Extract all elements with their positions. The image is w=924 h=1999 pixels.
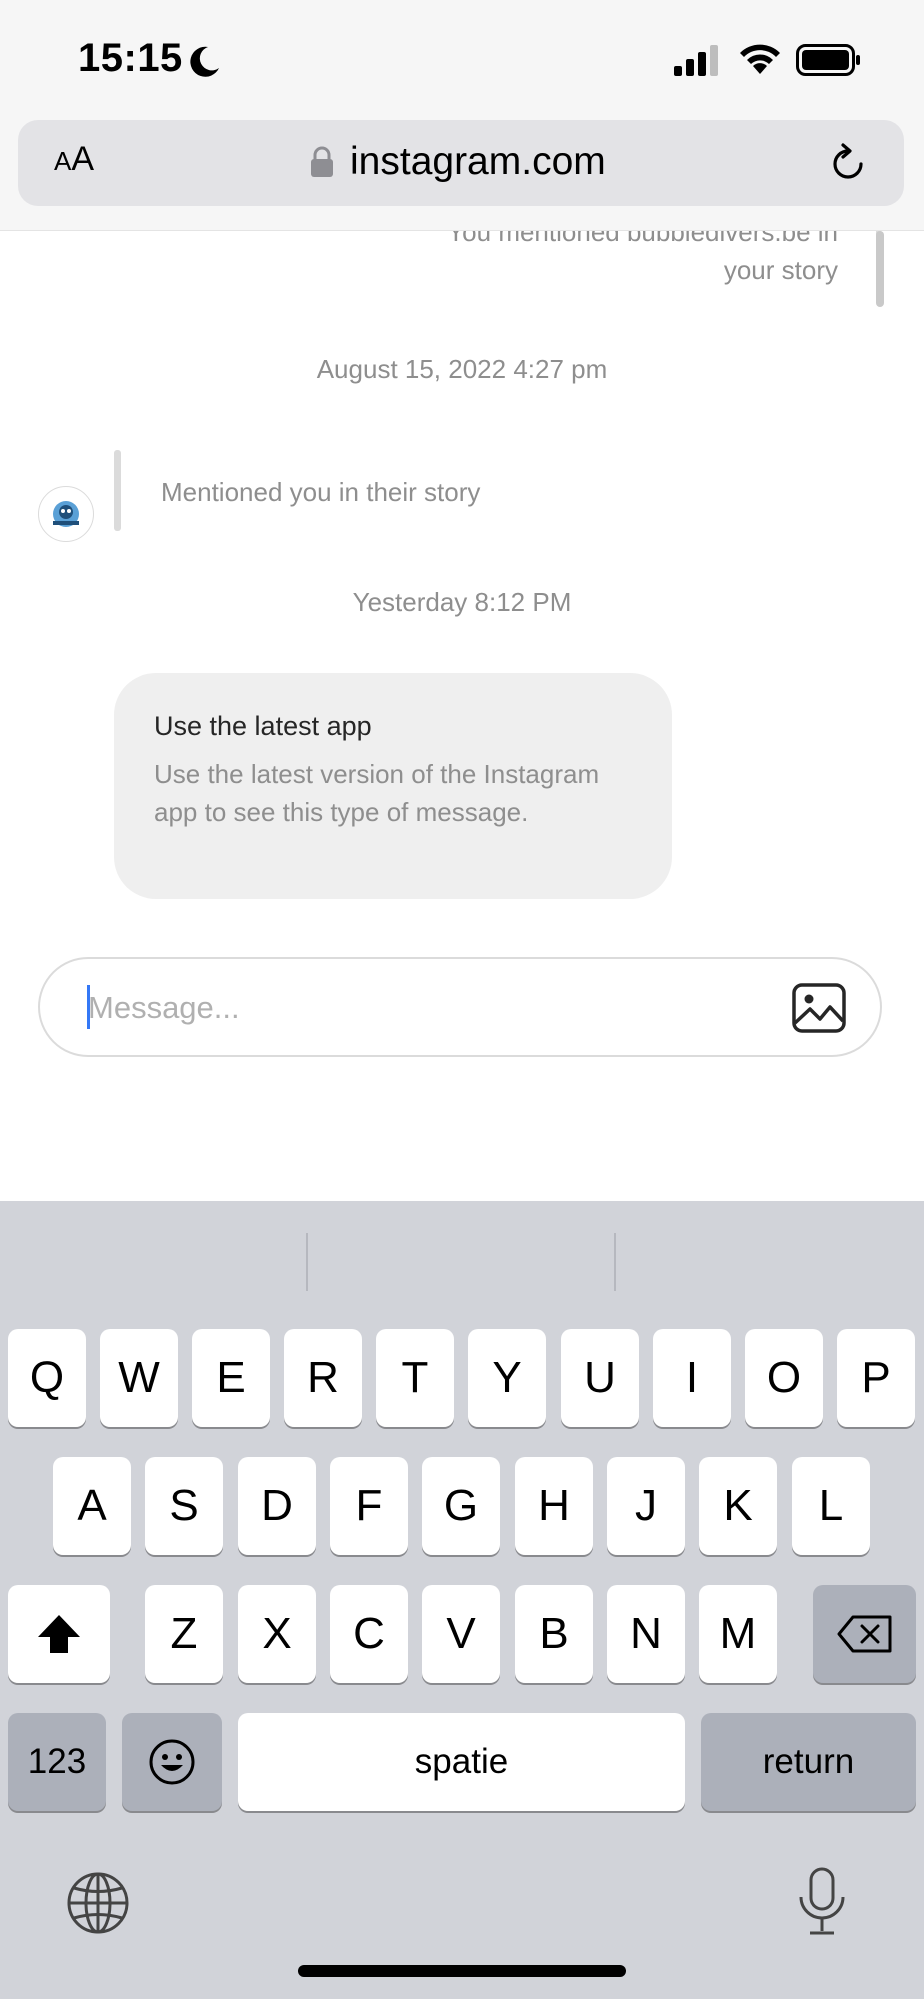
message-bubble[interactable]: Use the latest app Use the latest versio… <box>114 673 672 899</box>
previous-mention-line: your story <box>723 255 838 285</box>
key-m[interactable]: M <box>699 1585 777 1683</box>
status-time: 15:15 <box>78 36 183 80</box>
globe-icon[interactable] <box>66 1871 130 1935</box>
reader-settings-button[interactable]: AA <box>54 140 94 179</box>
key-p[interactable]: P <box>837 1329 915 1427</box>
key-n[interactable]: N <box>607 1585 685 1683</box>
key-s[interactable]: S <box>145 1457 223 1555</box>
key-r[interactable]: R <box>284 1329 362 1427</box>
wifi-icon <box>740 44 780 74</box>
return-key[interactable]: return <box>701 1713 916 1811</box>
suggestion-divider <box>614 1233 616 1291</box>
previous-story-mention: You mentioned bubbledivers.be in your st… <box>447 231 838 289</box>
backspace-icon <box>837 1615 891 1653</box>
key-h[interactable]: H <box>515 1457 593 1555</box>
key-w[interactable]: W <box>100 1329 178 1427</box>
avatar[interactable] <box>38 486 94 542</box>
key-g[interactable]: G <box>422 1457 500 1555</box>
key-o[interactable]: O <box>745 1329 823 1427</box>
story-mention-text[interactable]: Mentioned you in their story <box>161 477 480 508</box>
key-q[interactable]: Q <box>8 1329 86 1427</box>
signal-icon <box>674 45 718 76</box>
key-l[interactable]: L <box>792 1457 870 1555</box>
image-upload-icon[interactable] <box>792 983 846 1033</box>
key-f[interactable]: F <box>330 1457 408 1555</box>
text-caret <box>87 985 90 1029</box>
chat-thread[interactable]: You mentioned bubbledivers.be in your st… <box>0 231 924 1201</box>
battery-icon <box>796 44 860 76</box>
browser-toolbar: AA instagram.com <box>0 118 924 231</box>
key-t[interactable]: T <box>376 1329 454 1427</box>
key-d[interactable]: D <box>238 1457 316 1555</box>
key-e[interactable]: E <box>192 1329 270 1427</box>
timestamp: August 15, 2022 4:27 pm <box>316 354 608 384</box>
moon-icon <box>190 46 219 77</box>
reload-icon[interactable] <box>828 142 868 184</box>
emoji-key[interactable] <box>122 1713 222 1811</box>
key-j[interactable]: J <box>607 1457 685 1555</box>
key-c[interactable]: C <box>330 1585 408 1683</box>
key-u[interactable]: U <box>561 1329 639 1427</box>
story-mention-bar <box>114 450 121 531</box>
key-x[interactable]: X <box>238 1585 316 1683</box>
backspace-key[interactable] <box>813 1585 916 1683</box>
key-k[interactable]: K <box>699 1457 777 1555</box>
emoji-icon <box>149 1739 195 1785</box>
shift-key[interactable] <box>8 1585 110 1683</box>
timestamp: Yesterday 8:12 PM <box>352 587 572 617</box>
bubble-body: Use the latest version of the Instagram … <box>154 759 600 827</box>
previous-mention-line: You mentioned bubbledivers.be in <box>447 231 838 247</box>
space-key[interactable]: spatie <box>238 1713 685 1811</box>
message-input[interactable] <box>88 985 768 1031</box>
url-text[interactable]: instagram.com <box>350 140 606 184</box>
lock-icon <box>311 146 333 177</box>
key-v[interactable]: V <box>422 1585 500 1683</box>
shift-icon <box>38 1615 80 1653</box>
microphone-icon[interactable] <box>796 1867 848 1937</box>
key-z[interactable]: Z <box>145 1585 223 1683</box>
key-i[interactable]: I <box>653 1329 731 1427</box>
key-b[interactable]: B <box>515 1585 593 1683</box>
bubble-title: Use the latest app <box>154 711 372 741</box>
key-a[interactable]: A <box>53 1457 131 1555</box>
suggestion-divider <box>306 1233 308 1291</box>
scrollbar[interactable] <box>876 231 884 307</box>
key-y[interactable]: Y <box>468 1329 546 1427</box>
message-composer <box>38 957 882 1057</box>
numbers-key[interactable]: 123 <box>8 1713 106 1811</box>
address-bar[interactable]: AA instagram.com <box>18 120 904 206</box>
home-indicator[interactable] <box>298 1965 626 1977</box>
keyboard: Q W E R T Y U I O P A S D F G H J K L Z … <box>0 1201 924 1999</box>
status-bar: 15:15 <box>0 0 924 118</box>
